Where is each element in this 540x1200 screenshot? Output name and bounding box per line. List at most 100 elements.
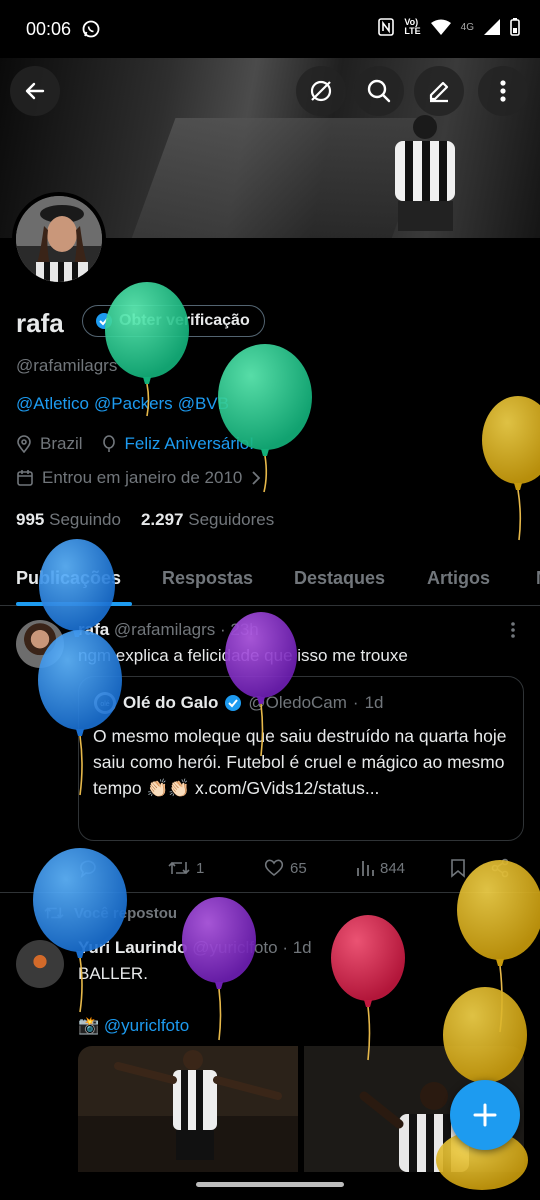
volte-icon: Vo) LTE [404, 17, 421, 36]
post-mention-link[interactable]: @yuriclfoto [104, 1016, 189, 1035]
post-time: 23h [230, 620, 259, 639]
profile-joined: Entrou em janeiro de 2010 [42, 468, 243, 487]
gesture-nav-handle[interactable] [196, 1182, 344, 1187]
tab-destaques[interactable]: Destaques [294, 568, 385, 589]
back-arrow-icon [25, 82, 45, 100]
profile-handle: @rafamilagrs [16, 356, 118, 375]
repost-indicator: Você repostou [44, 904, 177, 922]
balloon-icon [102, 435, 115, 452]
quoted-author-handle: @OledoCam [248, 693, 347, 712]
get-verified-button[interactable]: Obter verificação [82, 305, 265, 337]
followers-label: Seguidores [188, 510, 275, 529]
profile-birthday[interactable]: Feliz Aniversário! [125, 434, 254, 454]
compose-button[interactable] [450, 1080, 520, 1150]
calendar-icon [17, 470, 33, 486]
media-image-1 [78, 1046, 298, 1172]
active-tab-indicator [16, 602, 132, 606]
bookmark-action[interactable] [450, 858, 490, 878]
more-icon [500, 80, 506, 102]
views-icon [357, 861, 374, 876]
edit-button[interactable] [414, 66, 464, 116]
status-time: 00:06 [26, 19, 72, 39]
profile-bio: @Atletico @Packers @BVB [16, 394, 234, 414]
profile-stats: 995 Seguindo 2.297 Seguidores [16, 510, 274, 530]
like-count: 65 [290, 859, 307, 877]
battery-icon [510, 18, 520, 36]
post-author-name[interactable]: Yuri Laurindo [78, 938, 188, 957]
like-action[interactable]: 65 [264, 859, 356, 877]
get-verified-label: Obter verificação [119, 312, 250, 329]
nfc-icon [378, 18, 395, 36]
profile-tabs: Publicações Respostas Destaques Artigos … [0, 560, 540, 606]
tab-artigos[interactable]: Artigos [427, 568, 490, 589]
post-divider [0, 892, 540, 893]
post-author-avatar[interactable] [16, 940, 64, 988]
post-author-avatar[interactable] [16, 620, 64, 668]
bio-mention-bvb[interactable]: @BVB [178, 394, 229, 413]
quoted-author-name: Olé do Galo [123, 693, 219, 712]
verified-badge-icon [96, 313, 112, 329]
retweet-icon [44, 907, 64, 919]
balloon-yellow-1 [482, 396, 540, 541]
share-icon [491, 858, 509, 878]
post-author-handle: @yuriclfoto [192, 938, 278, 957]
system-icons: Vo) LTE 4G [378, 18, 520, 36]
profile-avatar[interactable] [12, 192, 106, 286]
views-count: 844 [380, 859, 406, 877]
tab-respostas[interactable]: Respostas [162, 568, 253, 589]
quoted-post-text: O mesmo moleque que saiu destruído na qu… [93, 726, 507, 798]
avatar-image [16, 196, 102, 282]
comment-icon [80, 860, 96, 878]
retweet-icon [168, 861, 190, 875]
quoted-post[interactable]: olé Olé do Galo @OledoCam · 1d O mesmo m… [78, 676, 524, 841]
wifi-icon [430, 19, 451, 35]
whatsapp-icon [82, 20, 100, 43]
search-icon [367, 79, 391, 103]
bookmark-icon [451, 859, 465, 878]
quoted-post-header: olé Olé do Galo @OledoCam · 1d [93, 691, 384, 715]
plus-icon [473, 1103, 497, 1127]
profile-location: Brazil [40, 434, 83, 453]
bio-mention-packers[interactable]: @Packers [94, 394, 173, 413]
post-author-name[interactable]: rafa [78, 620, 109, 639]
location-icon [17, 435, 31, 453]
network-4g-icon: 4G [460, 21, 474, 33]
share-action[interactable] [490, 858, 510, 878]
following-stat[interactable]: 995 Seguindo [16, 510, 121, 530]
more-button[interactable] [478, 66, 528, 116]
quoted-post-time: 1d [364, 693, 384, 712]
no-sync-button[interactable] [296, 66, 346, 116]
post-header: rafa @rafamilagrs · 23h [78, 620, 259, 639]
status-bar: 00:06 Vo) LTE 4G [0, 0, 540, 58]
post-author-handle: @rafamilagrs [113, 620, 216, 639]
bio-mention-atletico[interactable]: @Atletico [16, 394, 89, 413]
quoted-author-avatar: olé [94, 692, 116, 714]
heart-icon [264, 859, 284, 877]
retweet-action[interactable]: 1 [168, 858, 264, 878]
back-button[interactable] [10, 66, 60, 116]
svg-text:olé: olé [100, 701, 109, 708]
camera-emoji: 📸 [78, 1016, 100, 1035]
banner-player-image [395, 115, 455, 231]
search-button[interactable] [354, 66, 404, 116]
signal-icon [484, 19, 500, 35]
verified-badge-icon [225, 695, 242, 711]
views-action[interactable]: 844 [356, 859, 450, 877]
tab-overflow[interactable]: M [536, 568, 540, 589]
post-text: ngm explica a felicidade que isso me tro… [78, 646, 408, 665]
post-text: BALLER. [78, 964, 148, 983]
following-label: Seguindo [49, 510, 121, 529]
post-actions: 1 65 844 [78, 855, 518, 881]
post-media-1[interactable] [78, 1046, 298, 1172]
repost-label: Você repostou [74, 904, 178, 922]
post-photo-credit: 📸 @yuriclfoto [78, 1016, 189, 1036]
post-more-icon[interactable] [510, 622, 516, 638]
profile-name: rafa [16, 308, 64, 338]
tab-publicacoes[interactable]: Publicações [16, 568, 121, 589]
profile-joined-row[interactable]: Entrou em janeiro de 2010 [16, 468, 262, 488]
followers-count: 2.297 [140, 510, 184, 529]
post-time: 1d [292, 938, 312, 957]
no-sync-icon [310, 80, 332, 102]
reply-action[interactable] [78, 858, 168, 878]
followers-stat[interactable]: 2.297 Seguidores [141, 510, 274, 530]
